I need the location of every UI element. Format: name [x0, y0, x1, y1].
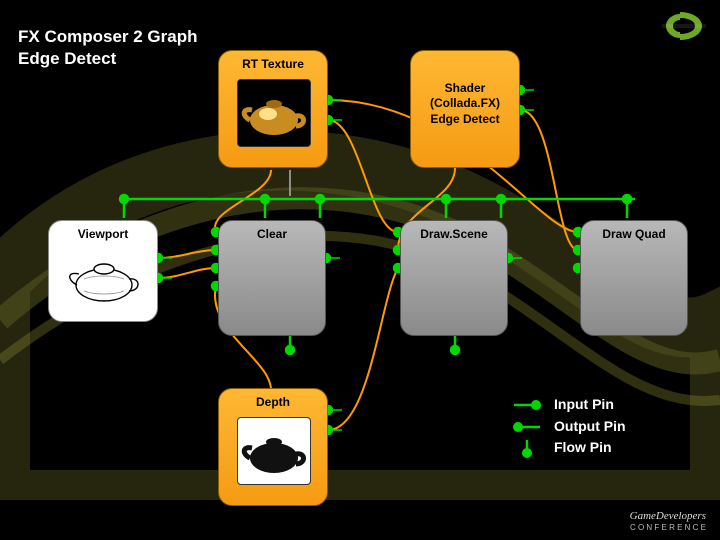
node-depth[interactable]: Depth [218, 388, 328, 506]
nvidia-logo-icon [662, 10, 706, 42]
legend-label: Input Pin [554, 394, 614, 416]
teapot-sketch-icon [59, 247, 149, 311]
teapot-gold-icon [238, 80, 310, 146]
teapot-silhouette-icon [238, 418, 310, 484]
input-pin-icon [510, 398, 544, 412]
node-label: Viewport [49, 227, 157, 241]
node-viewport[interactable]: Viewport [48, 220, 158, 322]
page-title: FX Composer 2 Graph Edge Detect [18, 26, 197, 70]
node-clear[interactable]: Clear [218, 220, 326, 336]
node-label: Depth [219, 395, 327, 409]
legend: Input Pin Output Pin Flow Pin [510, 394, 626, 459]
gdc-logo-icon: GameDevelopersC O N F E R E N C E [630, 510, 706, 532]
output-pin-icon [510, 420, 544, 434]
node-draw-quad[interactable]: Draw Quad [580, 220, 688, 336]
node-rt-texture[interactable]: RT Texture [218, 50, 328, 168]
node-draw-scene[interactable]: Draw.Scene [400, 220, 508, 336]
legend-label: Flow Pin [554, 437, 612, 459]
node-label: Draw Quad [581, 227, 687, 241]
node-label: Shader (Collada.FX) Edge Detect [411, 81, 519, 128]
legend-label: Output Pin [554, 416, 626, 438]
flow-pin-icon [510, 438, 544, 458]
node-label: Draw.Scene [401, 227, 507, 241]
node-label: RT Texture [219, 57, 327, 71]
node-shader[interactable]: Shader (Collada.FX) Edge Detect [410, 50, 520, 168]
node-label: Clear [219, 227, 325, 241]
